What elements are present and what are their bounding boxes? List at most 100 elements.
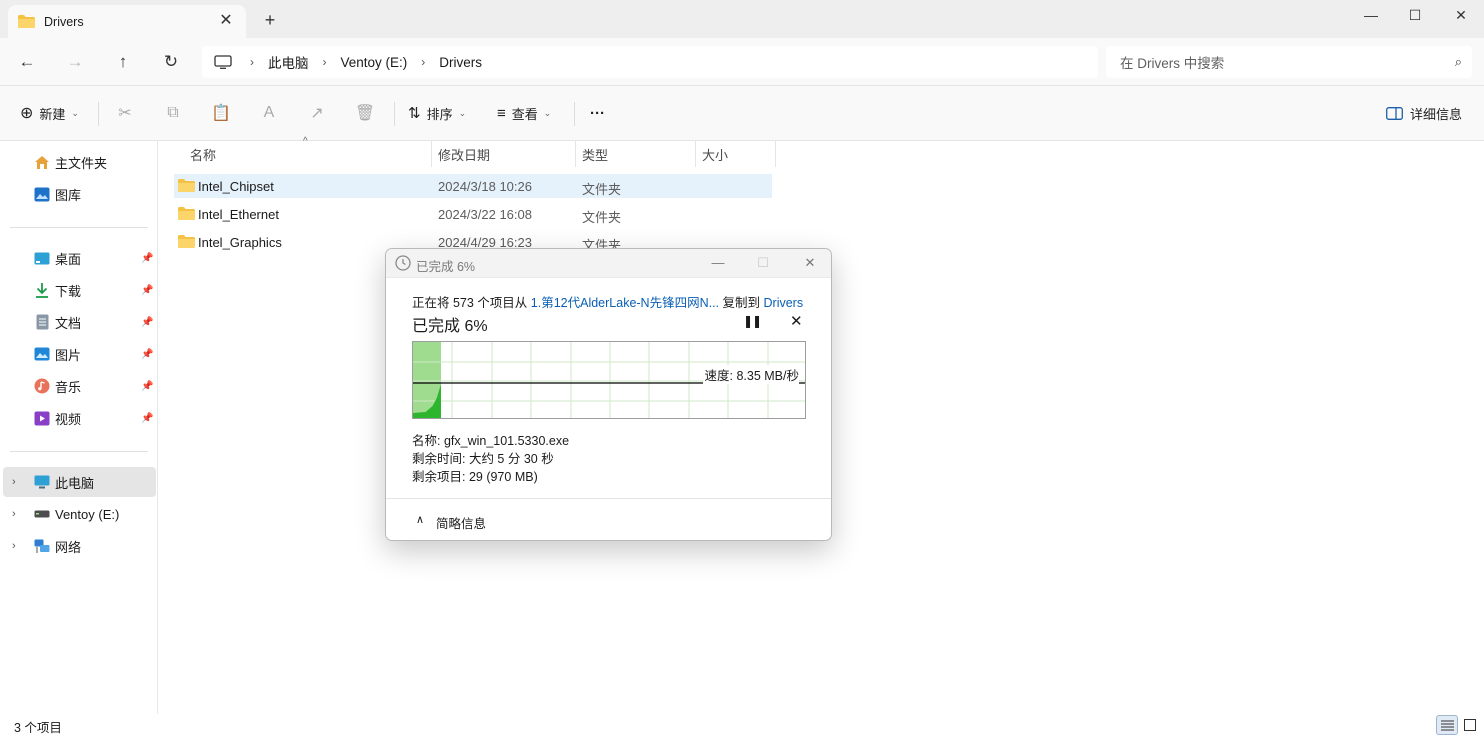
thumbnail-view-button[interactable] <box>1459 715 1481 735</box>
tab-drivers[interactable]: Drivers ✕ <box>8 5 246 38</box>
less-details-toggle[interactable]: ∧ 简略信息 <box>386 498 831 540</box>
breadcrumb-drivers[interactable]: Drivers <box>439 55 482 70</box>
rename-icon[interactable]: A <box>255 100 283 126</box>
cut-icon[interactable]: ✂ <box>111 100 139 126</box>
search-input[interactable]: 在 Drivers 中搜索 ⌕ <box>1106 46 1472 78</box>
chevron-down-icon: ⌄ <box>71 107 79 118</box>
folder-icon <box>178 179 195 192</box>
sidebar-item-label: 视频 <box>55 411 82 427</box>
sidebar-item-music[interactable]: 音乐 📌 <box>0 371 156 401</box>
network-icon <box>34 538 50 554</box>
column-header-date[interactable]: 修改日期 <box>432 141 576 167</box>
chevron-up-icon: ∧ <box>416 514 425 526</box>
copy-description: 正在将 573 个项目从 1.第12代AlderLake-N先锋四网N... 复… <box>412 292 803 311</box>
sidebar-divider <box>10 451 148 452</box>
sidebar-item-pictures[interactable]: 图片 📌 <box>0 339 156 369</box>
pin-icon[interactable]: 📌 <box>141 253 153 264</box>
new-label: 新建 <box>39 106 66 122</box>
details-view-button[interactable] <box>1436 715 1458 735</box>
tab-close-icon[interactable]: ✕ <box>216 11 236 31</box>
minimize-button[interactable]: — <box>1348 0 1394 30</box>
drive-icon <box>34 506 50 522</box>
clock-icon <box>395 255 411 271</box>
pin-icon[interactable]: 📌 <box>141 413 153 424</box>
sidebar-item-home[interactable]: 主文件夹 <box>0 147 156 177</box>
sidebar-item-downloads[interactable]: 下载 📌 <box>0 275 156 305</box>
speed-graph: 速度: 8.35 MB/秒 <box>412 341 806 419</box>
chevron-down-icon: ⌄ <box>458 107 467 118</box>
sidebar-item-label: 主文件夹 <box>55 155 108 171</box>
sidebar-item-desktop[interactable]: 桌面 📌 <box>0 243 156 273</box>
delete-icon[interactable]: 🗑 <box>351 100 379 126</box>
home-icon <box>34 154 50 170</box>
breadcrumb-separator[interactable]: › <box>421 55 425 69</box>
search-icon[interactable]: ⌕ <box>1455 54 1462 70</box>
pin-icon[interactable]: 📌 <box>141 285 153 296</box>
title-bar: Drivers ✕ + — ☐ ✕ <box>0 0 1484 38</box>
computer-icon <box>214 55 232 69</box>
toolbar-divider <box>98 102 99 126</box>
folder-icon <box>178 235 195 248</box>
address-bar[interactable]: › 此电脑 › Ventoy (E:) › Drivers <box>202 46 1098 78</box>
folder-icon <box>18 15 35 28</box>
file-type: 文件夹 <box>582 210 622 225</box>
new-button[interactable]: ⊕ 新建 ⌄ <box>20 100 79 126</box>
pin-icon[interactable]: 📌 <box>141 317 153 328</box>
download-icon <box>34 282 50 298</box>
breadcrumb-separator[interactable]: › <box>323 55 327 69</box>
pause-icon[interactable]: ❚❚ <box>743 314 762 328</box>
breadcrumb-ventoy[interactable]: Ventoy (E:) <box>341 55 408 70</box>
back-icon[interactable]: ← <box>13 48 41 76</box>
item-count: 3 个项目 <box>14 721 62 735</box>
column-header-type[interactable]: 类型 <box>576 141 696 167</box>
sidebar-item-videos[interactable]: 视频 📌 <box>0 403 156 433</box>
details-pane-button[interactable]: 详细信息 <box>1386 100 1462 126</box>
command-bar: ⊕ 新建 ⌄ ✂ ⧉ 📋 A ↗ 🗑 ⇅ 排序 ⌄ ≡ 查看 ⌄ ··· 详细信… <box>0 86 1484 141</box>
destination-link[interactable]: Drivers <box>764 296 804 310</box>
dialog-minimize-button[interactable]: — <box>707 253 729 273</box>
pin-icon[interactable]: 📌 <box>141 349 153 360</box>
sidebar-item-gallery[interactable]: 图库 <box>0 179 156 209</box>
pin-icon[interactable]: 📌 <box>141 381 153 392</box>
more-options-button[interactable]: ··· <box>590 100 605 126</box>
details-pane-icon <box>1386 106 1403 120</box>
breadcrumb-separator[interactable]: › <box>250 55 254 69</box>
table-row[interactable]: Intel_Ethernet 2024/3/22 16:08 文件夹 <box>174 202 772 226</box>
copy-prefix: 正在将 573 个项目从 <box>412 296 531 310</box>
copy-icon[interactable]: ⧉ <box>159 100 187 126</box>
sidebar-item-documents[interactable]: 文档 📌 <box>0 307 156 337</box>
maximize-button[interactable]: ☐ <box>1392 0 1438 30</box>
status-bar: 3 个项目 <box>0 714 1484 739</box>
chevron-right-icon[interactable]: › <box>12 476 16 488</box>
gallery-icon <box>34 186 50 202</box>
source-link[interactable]: 1.第12代AlderLake-N先锋四网N... <box>531 296 719 310</box>
tab-title: Drivers <box>44 14 84 29</box>
chevron-right-icon[interactable]: › <box>12 508 16 520</box>
cancel-icon[interactable]: ✕ <box>790 312 803 330</box>
refresh-icon[interactable]: ↻ <box>157 48 185 76</box>
share-icon[interactable]: ↗ <box>303 100 331 126</box>
sidebar-item-network[interactable]: › 网络 <box>0 531 156 561</box>
sidebar-item-ventoy[interactable]: › Ventoy (E:) <box>0 499 156 529</box>
copy-mid: 复制到 <box>719 296 764 310</box>
view-button[interactable]: ≡ 查看 ⌄ <box>497 100 551 126</box>
thumbnail-view-icon <box>1464 719 1476 731</box>
desktop-icon <box>34 250 50 266</box>
forward-icon[interactable]: → <box>61 48 89 76</box>
chevron-down-icon: ⌄ <box>543 107 552 118</box>
close-button[interactable]: ✕ <box>1438 0 1484 30</box>
column-header-size[interactable]: 大小 <box>696 141 776 167</box>
up-icon[interactable]: ↑ <box>109 48 137 76</box>
new-tab-icon[interactable]: + <box>260 10 280 30</box>
sidebar-item-this-pc[interactable]: › 此电脑 <box>3 467 156 497</box>
paste-icon[interactable]: 📋 <box>207 100 235 126</box>
sort-button[interactable]: ⇅ 排序 ⌄ <box>408 100 466 126</box>
table-row[interactable]: Intel_Chipset 2024/3/18 10:26 文件夹 <box>174 174 772 198</box>
dialog-close-button[interactable]: ✕ <box>799 253 821 273</box>
sidebar-item-label: 此电脑 <box>55 475 95 491</box>
breadcrumb-this-pc[interactable]: 此电脑 <box>268 52 309 72</box>
chevron-right-icon[interactable]: › <box>12 540 16 552</box>
folder-icon <box>178 207 195 220</box>
dialog-title: 已完成 6% <box>416 260 476 274</box>
column-header-name[interactable]: 名称 <box>184 141 432 167</box>
